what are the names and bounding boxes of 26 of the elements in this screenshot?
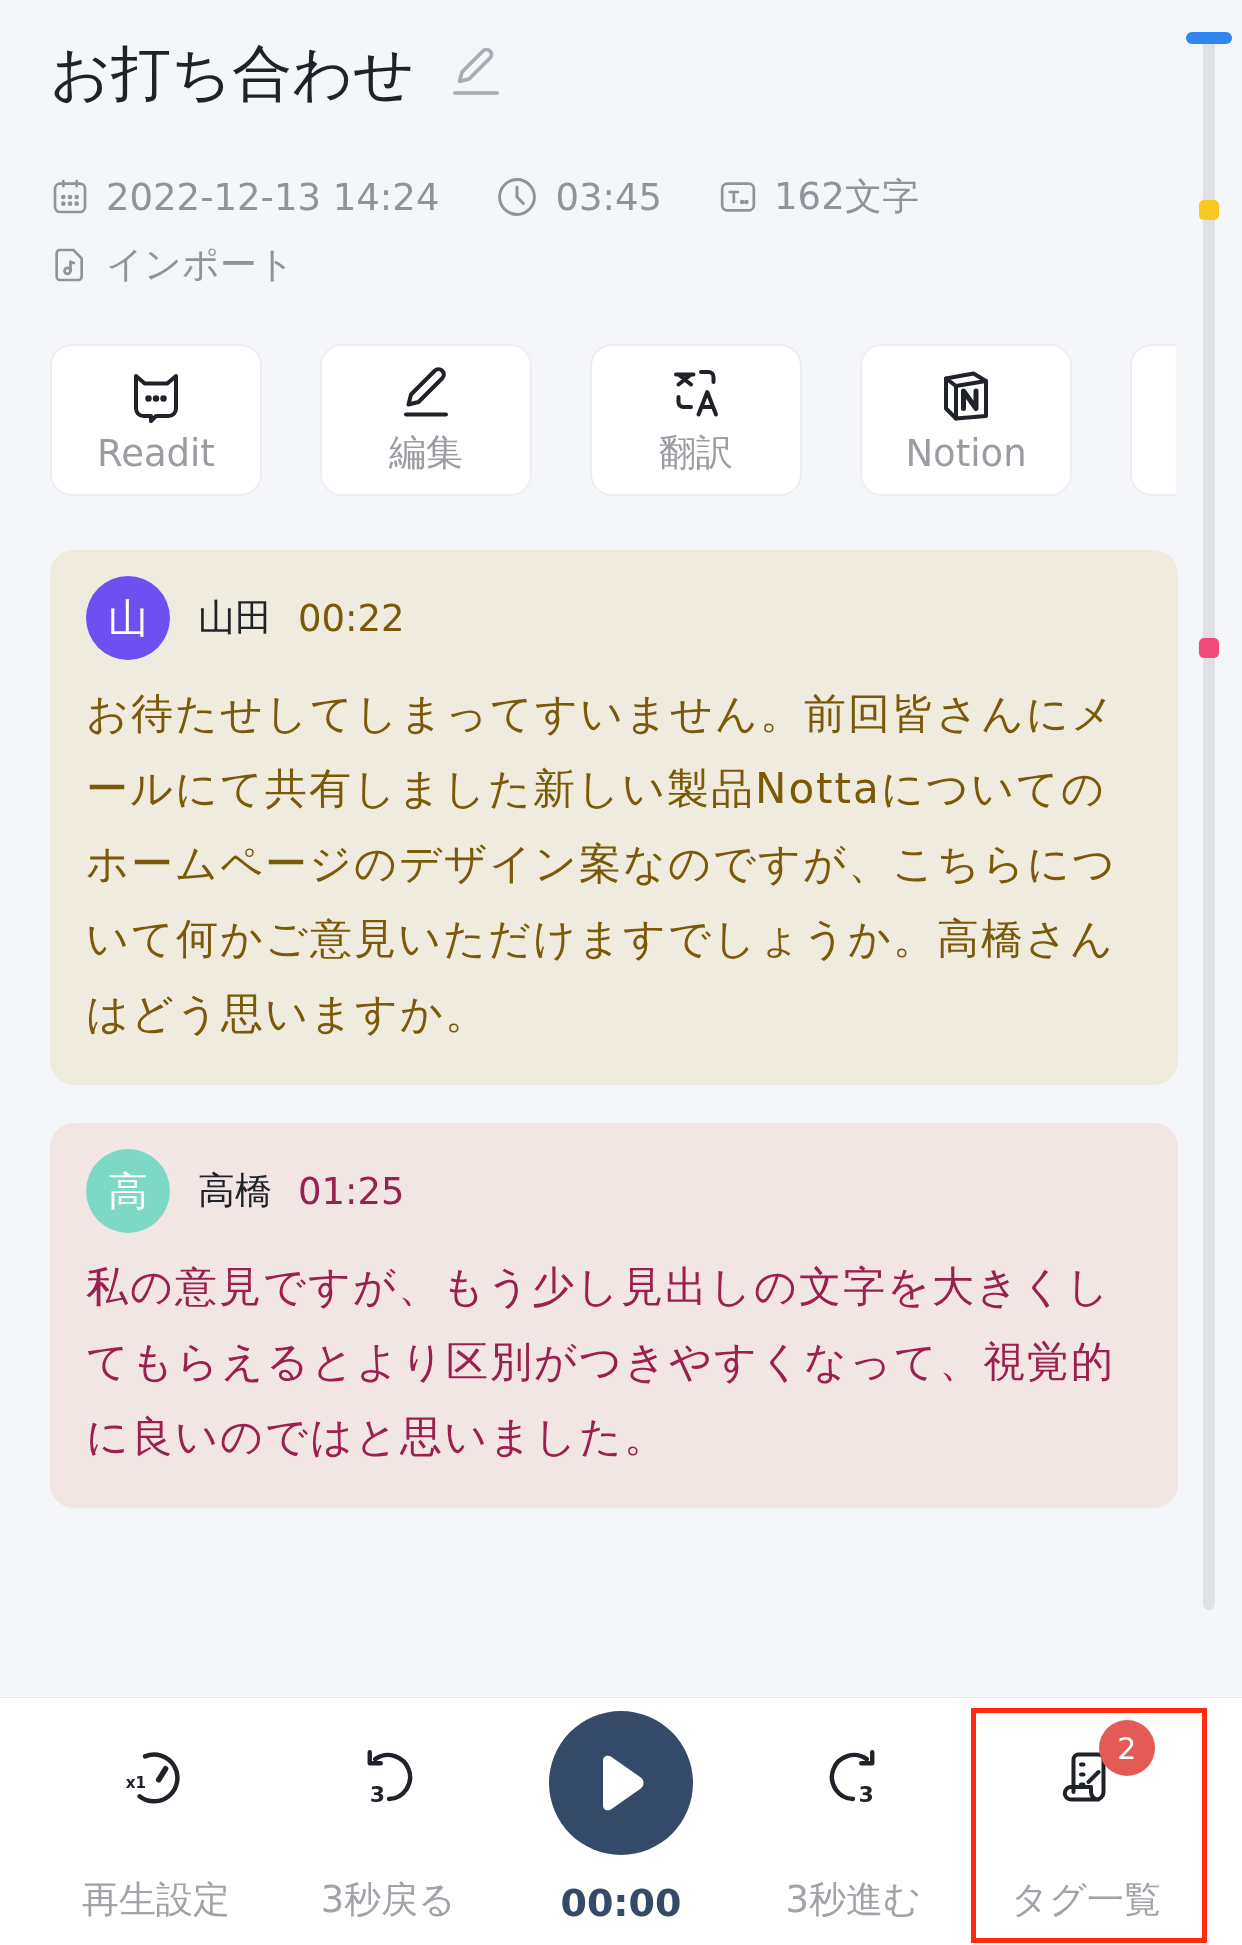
action-button[interactable]: Notion <box>860 344 1072 496</box>
tag-marker[interactable] <box>1199 638 1219 658</box>
meta-text: 162文字 <box>774 174 919 220</box>
control-button[interactable]: x1 再生設定 <box>41 1698 272 1945</box>
play-button[interactable]: 00:00 <box>505 1698 736 1945</box>
timestamp: 00:22 <box>298 596 405 640</box>
avatar: 高 <box>86 1149 170 1233</box>
timeline-handle[interactable] <box>1186 32 1232 44</box>
avatar: 山 <box>86 576 170 660</box>
control-button[interactable]: 3 3秒戻る <box>273 1698 504 1945</box>
control-button[interactable]: タグ一覧 2 <box>970 1698 1201 1945</box>
speaker-name: 高橋 <box>198 1168 272 1214</box>
page-title: お打ち合わせ <box>50 36 414 110</box>
meta-text: 03:45 <box>555 175 663 219</box>
control-button[interactable]: 3 3秒進む <box>738 1698 969 1945</box>
count-badge: 2 <box>1098 1720 1155 1776</box>
action-button[interactable]: 編集 <box>320 344 532 496</box>
action-button[interactable]: 翻訳 <box>590 344 802 496</box>
meta-text: インポート <box>106 242 295 288</box>
speaker-name: 山田 <box>198 595 272 641</box>
timestamp: 01:25 <box>298 1169 405 1213</box>
transcript-text: お待たせしてしまってすいません。前回皆さんにメールにて共有しました新しい製品Nottaについてのホームページのデザイン案なのですが、こちらについて何かご意見いただけますでしょうか。高橋さんはどう思いますか。 <box>86 688 1118 1040</box>
action-button[interactable]: Readit <box>50 344 262 496</box>
tag-marker[interactable] <box>1199 200 1219 220</box>
meta-text: 2022-12-13 14:24 <box>106 175 440 219</box>
transcript-text: 私の意見ですが、もう少し見出しの文字を大きくしてもらえるとより区別がつきやすくなって、視覚的に良いのではと思いました。 <box>86 1261 1116 1463</box>
